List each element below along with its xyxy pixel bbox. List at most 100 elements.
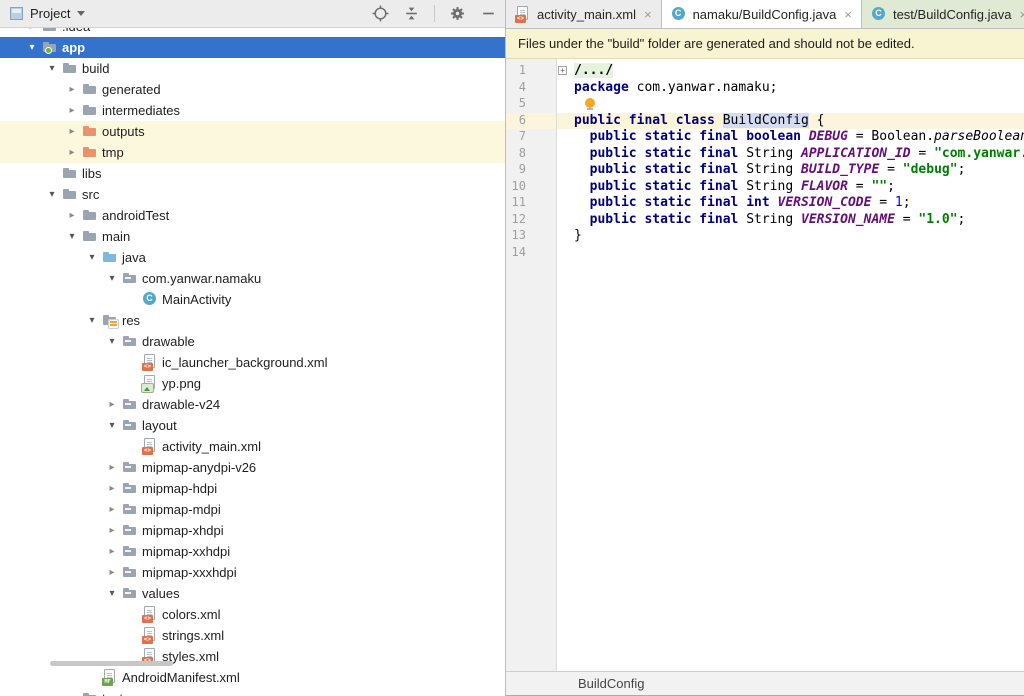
tree-item-mipmap-xhdpi[interactable]: ▸mipmap-xhdpi	[0, 520, 505, 541]
chevron-collapsed-icon[interactable]: ▸	[102, 541, 122, 562]
tree-item-mipmap-xxhdpi[interactable]: ▸mipmap-xxhdpi	[0, 541, 505, 562]
tree-item-strings-xml[interactable]: <>strings.xml	[0, 625, 505, 646]
close-tab-icon[interactable]: ×	[1019, 7, 1024, 22]
chevron-collapsed-icon[interactable]: ▸	[62, 205, 82, 226]
chevron-expanded-icon[interactable]: ▾	[82, 310, 102, 331]
code-line-12[interactable]: public static final String VERSION_NAME …	[557, 212, 1024, 229]
intention-bulb-icon[interactable]	[585, 98, 596, 110]
line-number[interactable]: 7	[506, 129, 556, 146]
tree-item-mainactivity[interactable]: CMainActivity	[0, 289, 505, 310]
chevron-collapsed-icon[interactable]: ▸	[102, 394, 122, 415]
tree-item-activity-main-xml[interactable]: <>activity_main.xml	[0, 436, 505, 457]
settings-gear-icon[interactable]	[449, 5, 466, 22]
line-number[interactable]: 5	[506, 96, 556, 113]
chevron-collapsed-icon[interactable]: ▸	[102, 457, 122, 478]
tree-item-build[interactable]: ▾build	[0, 58, 505, 79]
tree-item-libs[interactable]: libs	[0, 163, 505, 184]
tree-item-yp-png[interactable]: yp.png	[0, 373, 505, 394]
tree-item-src[interactable]: ▾src	[0, 184, 505, 205]
code-line-8[interactable]: public static final String APPLICATION_I…	[557, 146, 1024, 163]
chevron-collapsed-icon[interactable]: ▸	[62, 100, 82, 121]
chevron-collapsed-icon[interactable]: ▸	[102, 478, 122, 499]
line-number[interactable]: 12	[506, 212, 556, 229]
tree-item-tmp[interactable]: ▸tmp	[0, 142, 505, 163]
editor-tab-test-buildconfig-java[interactable]: Ctest/BuildConfig.java×	[862, 0, 1024, 28]
code-line-13[interactable]: }	[557, 228, 1024, 245]
code-line-7[interactable]: public static final boolean DEBUG = Bool…	[557, 129, 1024, 146]
line-number[interactable]: 10	[506, 179, 556, 196]
chevron-expanded-icon[interactable]: ▾	[62, 226, 82, 247]
tree-item-drawable[interactable]: ▾drawable	[0, 331, 505, 352]
line-number[interactable]: 8	[506, 146, 556, 163]
locate-icon[interactable]	[372, 5, 389, 22]
code-line-1[interactable]: +/.../	[557, 63, 1024, 80]
chevron-collapsed-icon[interactable]: ▸	[62, 142, 82, 163]
chevron-collapsed-icon[interactable]: ▸	[62, 121, 82, 142]
tree-item-ic-launcher-background-xml[interactable]: <>ic_launcher_background.xml	[0, 352, 505, 373]
line-number[interactable]: 1	[506, 63, 556, 80]
line-number[interactable]: 6	[506, 113, 556, 130]
editor-tab-namaku-buildconfig-java[interactable]: Cnamaku/BuildConfig.java×	[662, 0, 862, 28]
tree-item-app[interactable]: ▾app	[0, 37, 505, 58]
chevron-expanded-icon[interactable]: ▾	[102, 331, 122, 352]
close-tab-icon[interactable]: ×	[644, 7, 652, 22]
line-number[interactable]: 4	[506, 80, 556, 97]
chevron-expanded-icon[interactable]: ▾	[102, 268, 122, 289]
editor-tab-activity-main-xml[interactable]: <>activity_main.xml×	[506, 0, 662, 28]
tree-item--idea[interactable]: ▸.idea	[0, 28, 505, 37]
chevron-collapsed-icon[interactable]: ▸	[102, 520, 122, 541]
chevron-expanded-icon[interactable]: ▾	[42, 58, 62, 79]
chevron-down-icon[interactable]	[77, 11, 85, 16]
chevron-expanded-icon[interactable]: ▾	[22, 37, 42, 58]
line-number[interactable]: 9	[506, 162, 556, 179]
chevron-collapsed-icon[interactable]: ▸	[102, 562, 122, 583]
code-line-6[interactable]: public final class BuildConfig {	[557, 113, 1024, 130]
tree-item-test[interactable]: ▸test	[0, 688, 505, 696]
tree-item-mipmap-xxxhdpi[interactable]: ▸mipmap-xxxhdpi	[0, 562, 505, 583]
chevron-expanded-icon[interactable]: ▾	[82, 247, 102, 268]
tree-item-values[interactable]: ▾values	[0, 583, 505, 604]
code-line-10[interactable]: public static final String FLAVOR = "";	[557, 179, 1024, 196]
code-line-9[interactable]: public static final String BUILD_TYPE = …	[557, 162, 1024, 179]
code-line-4[interactable]: package com.yanwar.namaku;	[557, 80, 1024, 97]
chevron-collapsed-icon[interactable]: ▸	[62, 79, 82, 100]
close-tab-icon[interactable]: ×	[844, 7, 852, 22]
tree-item-colors-xml[interactable]: <>colors.xml	[0, 604, 505, 625]
tree-item-main[interactable]: ▾main	[0, 226, 505, 247]
tree-item-com-yanwar-namaku[interactable]: ▾com.yanwar.namaku	[0, 268, 505, 289]
fold-marker-icon[interactable]: +	[558, 66, 567, 75]
tree-item-java[interactable]: ▾java	[0, 247, 505, 268]
code-line-11[interactable]: public static final int VERSION_CODE = 1…	[557, 195, 1024, 212]
chevron-expanded-icon[interactable]: ▾	[102, 583, 122, 604]
code-area[interactable]: +/.../package com.yanwar.namaku; public f…	[557, 59, 1024, 671]
tree-item-layout[interactable]: ▾layout	[0, 415, 505, 436]
tree-item-androidtest[interactable]: ▸androidTest	[0, 205, 505, 226]
project-panel-title[interactable]: Project	[30, 6, 70, 21]
tree-item-mipmap-hdpi[interactable]: ▸mipmap-hdpi	[0, 478, 505, 499]
collapse-all-icon[interactable]	[403, 5, 420, 22]
tree-item-androidmanifest-xml[interactable]: MFAndroidManifest.xml	[0, 667, 505, 688]
code-token: "com.yanwar.namaku"	[934, 146, 1024, 161]
tree-horizontal-scrollbar[interactable]	[50, 661, 173, 666]
line-number[interactable]: 14	[506, 245, 556, 262]
line-number[interactable]: 13	[506, 228, 556, 245]
line-number[interactable]: 11	[506, 195, 556, 212]
chevron-expanded-icon[interactable]: ▾	[102, 415, 122, 436]
package-folder-icon	[122, 585, 138, 601]
tree-item-res[interactable]: ▾res	[0, 310, 505, 331]
tree-item-intermediates[interactable]: ▸intermediates	[0, 100, 505, 121]
chevron-collapsed-icon[interactable]: ▸	[102, 499, 122, 520]
chevron-collapsed-icon[interactable]: ▸	[22, 28, 42, 37]
chevron-expanded-icon[interactable]: ▾	[42, 184, 62, 205]
code-line-14[interactable]	[557, 245, 1024, 262]
tree-item-drawable-v24[interactable]: ▸drawable-v24	[0, 394, 505, 415]
code-line-5[interactable]	[557, 96, 1024, 113]
breadcrumb[interactable]: BuildConfig	[578, 676, 645, 691]
tree-item-generated[interactable]: ▸generated	[0, 79, 505, 100]
chevron-collapsed-icon[interactable]: ▸	[62, 688, 82, 696]
tree-item-mipmap-anydpi-v26[interactable]: ▸mipmap-anydpi-v26	[0, 457, 505, 478]
tree-item-mipmap-mdpi[interactable]: ▸mipmap-mdpi	[0, 499, 505, 520]
editor-gutter[interactable]: 14567891011121314	[506, 59, 557, 671]
tree-item-outputs[interactable]: ▸outputs	[0, 121, 505, 142]
hide-panel-icon[interactable]	[480, 5, 497, 22]
